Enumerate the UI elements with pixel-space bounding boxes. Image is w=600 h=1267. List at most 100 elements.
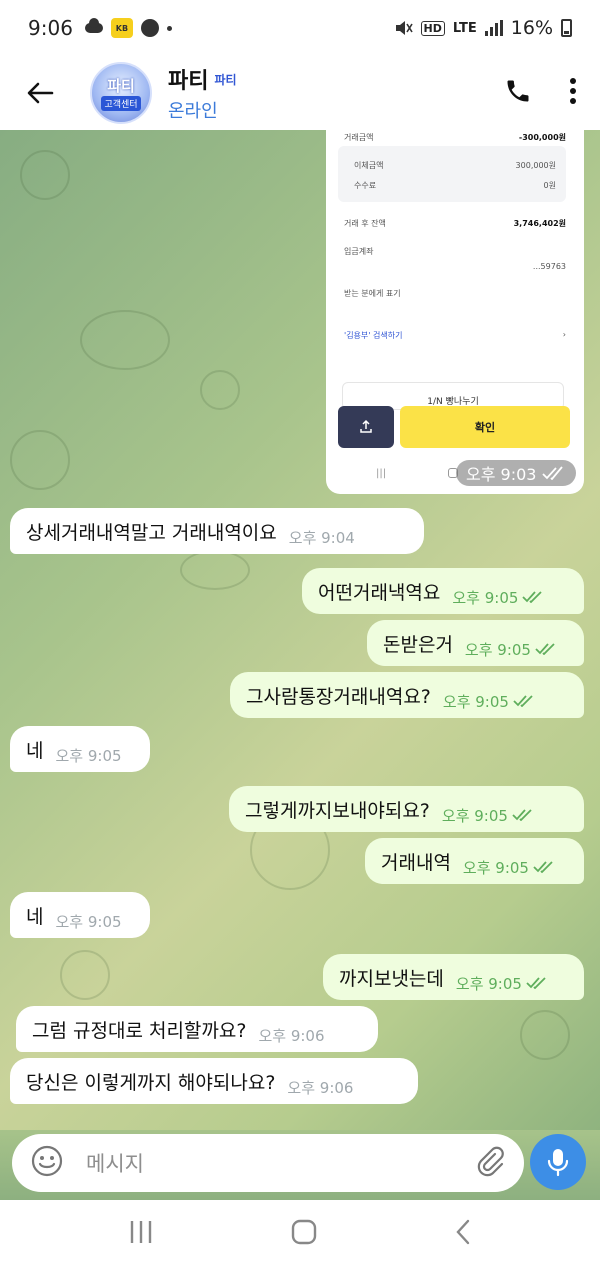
cloud-icon bbox=[84, 18, 103, 33]
recent-apps-icon[interactable] bbox=[127, 1219, 155, 1249]
message-time: 오후 9:05 bbox=[443, 691, 535, 712]
more-vertical-icon[interactable] bbox=[568, 77, 578, 109]
double-check-icon bbox=[522, 591, 543, 603]
image-time: 오후 9:03 bbox=[456, 460, 577, 486]
double-check-icon bbox=[533, 861, 553, 873]
shot-row: ...59763 bbox=[344, 262, 566, 271]
shot-value: 3,746,402원 bbox=[513, 219, 566, 228]
message-composer: 메시지 bbox=[0, 1130, 600, 1200]
chat-area[interactable]: 거래금액 -300,000원 이체금액 300,000원 수수료 0원 거래 후… bbox=[0, 130, 600, 1130]
doodle-decoration bbox=[200, 370, 240, 410]
double-check-icon bbox=[542, 466, 564, 480]
message-outgoing[interactable]: 거래내역 오후 9:05 bbox=[365, 838, 584, 884]
kb-app-icon: KB bbox=[110, 18, 133, 38]
message-input[interactable]: 메시지 bbox=[12, 1134, 524, 1192]
hd-voice-icon: HD bbox=[420, 20, 445, 36]
shot-row: 거래금액 -300,000원 bbox=[344, 132, 566, 143]
avatar-line2: 고객센터 bbox=[101, 96, 141, 111]
shot-share-button bbox=[338, 406, 394, 448]
message-placeholder: 메시지 bbox=[86, 1152, 144, 1176]
message-outgoing[interactable]: 그렇게까지보내야되요? 오후 9:05 bbox=[229, 786, 584, 832]
message-text: 당신은 이렇게까지 해야되나요? bbox=[26, 1071, 276, 1094]
message-text: 네 bbox=[26, 739, 44, 762]
nav-back-icon[interactable] bbox=[453, 1218, 473, 1250]
contact-status: 온라인 bbox=[168, 101, 218, 122]
shot-label: 거래 후 잔액 bbox=[344, 219, 386, 228]
avatar[interactable]: 파티 고객센터 bbox=[90, 62, 152, 124]
back-arrow-icon[interactable] bbox=[22, 75, 58, 111]
shot-row: 이체금액 300,000원 bbox=[354, 160, 556, 171]
paperclip-icon[interactable] bbox=[474, 1145, 506, 1181]
message-outgoing[interactable]: 그사람통장거래내역요? 오후 9:05 bbox=[230, 672, 584, 718]
message-outgoing[interactable]: 어떤거래낵역요 오후 9:05 bbox=[302, 568, 584, 614]
shot-label: 거래금액 bbox=[344, 133, 374, 142]
shot-row: 수수료 0원 bbox=[354, 180, 556, 191]
shot-label: 받는 분에게 표기 bbox=[344, 289, 401, 298]
message-text: 어떤거래낵역요 bbox=[318, 581, 441, 604]
contact-name-tag: 파티 bbox=[214, 72, 237, 87]
message-text: 거래내역 bbox=[381, 851, 451, 874]
message-text: 까지보냇는데 bbox=[339, 967, 444, 990]
shot-row: 입금계좌 bbox=[344, 246, 566, 257]
message-time: 오후 9:06 bbox=[287, 1078, 354, 1097]
system-nav-bar bbox=[0, 1200, 600, 1267]
share-icon bbox=[360, 419, 372, 433]
message-time: 오후 9:06 bbox=[258, 1026, 325, 1045]
message-incoming[interactable]: 그럼 규정대로 처리할까요? 오후 9:06 bbox=[16, 1006, 378, 1052]
contact-info[interactable]: 파티 파티 온라인 bbox=[168, 63, 237, 123]
shot-value: 300,000원 bbox=[515, 161, 556, 170]
shot-label: 입금계좌 bbox=[344, 247, 374, 256]
message-time: 오후 9:05 bbox=[463, 857, 555, 878]
message-time: 오후 9:05 bbox=[456, 973, 548, 994]
message-time: 오후 9:05 bbox=[55, 912, 122, 931]
message-time: 오후 9:04 bbox=[288, 528, 355, 547]
shot-row: 거래 후 잔액 3,746,402원 bbox=[344, 218, 566, 229]
shot-value: 0원 bbox=[543, 181, 556, 190]
microphone-icon[interactable] bbox=[530, 1134, 586, 1190]
avatar-line1: 파티 bbox=[107, 77, 135, 95]
message-time: 오후 9:05 bbox=[452, 587, 544, 608]
status-bar: 9:06 KB HD LTE 16% bbox=[0, 0, 600, 56]
message-incoming[interactable]: 상세거래내역말고 거래내역이요 오후 9:04 bbox=[10, 508, 424, 554]
doodle-decoration bbox=[520, 1010, 570, 1060]
shot-row: '김용부' 검색하기 › bbox=[344, 330, 566, 341]
double-check-icon bbox=[513, 695, 533, 707]
message-text: 그사람통장거래내역요? bbox=[246, 685, 431, 708]
doodle-decoration bbox=[60, 950, 110, 1000]
message-incoming[interactable]: 네 오후 9:05 bbox=[10, 892, 150, 938]
contact-name: 파티 bbox=[168, 69, 209, 94]
shot-detail-panel bbox=[338, 146, 566, 202]
shot-label: 이체금액 bbox=[354, 161, 384, 170]
home-icon[interactable] bbox=[290, 1218, 318, 1250]
message-text: 돈받은거 bbox=[383, 633, 453, 656]
shot-value: -300,000원 bbox=[518, 133, 566, 142]
emoji-icon[interactable] bbox=[30, 1144, 64, 1182]
double-check-icon bbox=[512, 809, 532, 821]
message-incoming[interactable]: 당신은 이렇게까지 해야되나요? 오후 9:06 bbox=[10, 1058, 418, 1104]
status-time: 9:06 bbox=[28, 16, 73, 40]
message-outgoing[interactable]: 돈받은거 오후 9:05 bbox=[367, 620, 584, 666]
mute-icon bbox=[395, 21, 413, 35]
chat-header: 파티 고객센터 파티 파티 온라인 bbox=[0, 56, 600, 130]
message-text: 그럼 규정대로 처리할까요? bbox=[32, 1019, 247, 1042]
chevron-right-icon: › bbox=[562, 330, 566, 339]
message-time: 오후 9:05 bbox=[55, 746, 122, 765]
circle-notification-icon bbox=[140, 19, 159, 37]
message-incoming[interactable]: 네 오후 9:05 bbox=[10, 726, 150, 772]
message-text: 그렇게까지보내야되요? bbox=[245, 799, 430, 822]
doodle-decoration bbox=[20, 150, 70, 200]
doodle-decoration bbox=[10, 430, 70, 490]
shot-search-link: '김용부' 검색하기 bbox=[344, 331, 403, 340]
more-notifications-icon bbox=[166, 25, 172, 31]
lte-icon: LTE bbox=[452, 20, 477, 36]
doodle-decoration bbox=[80, 310, 170, 370]
message-outgoing[interactable]: 까지보냇는데 오후 9:05 bbox=[323, 954, 584, 1000]
shot-account: ...59763 bbox=[532, 262, 566, 271]
message-text: 네 bbox=[26, 905, 44, 928]
phone-icon[interactable] bbox=[504, 77, 532, 109]
message-text: 상세거래내역말고 거래내역이요 bbox=[26, 521, 277, 544]
shot-nav-recent-icon: ||| bbox=[376, 468, 387, 479]
shot-row: 받는 분에게 표기 bbox=[344, 288, 566, 299]
image-message[interactable]: 거래금액 -300,000원 이체금액 300,000원 수수료 0원 거래 후… bbox=[326, 130, 584, 494]
battery-percent: 16% bbox=[510, 17, 553, 39]
